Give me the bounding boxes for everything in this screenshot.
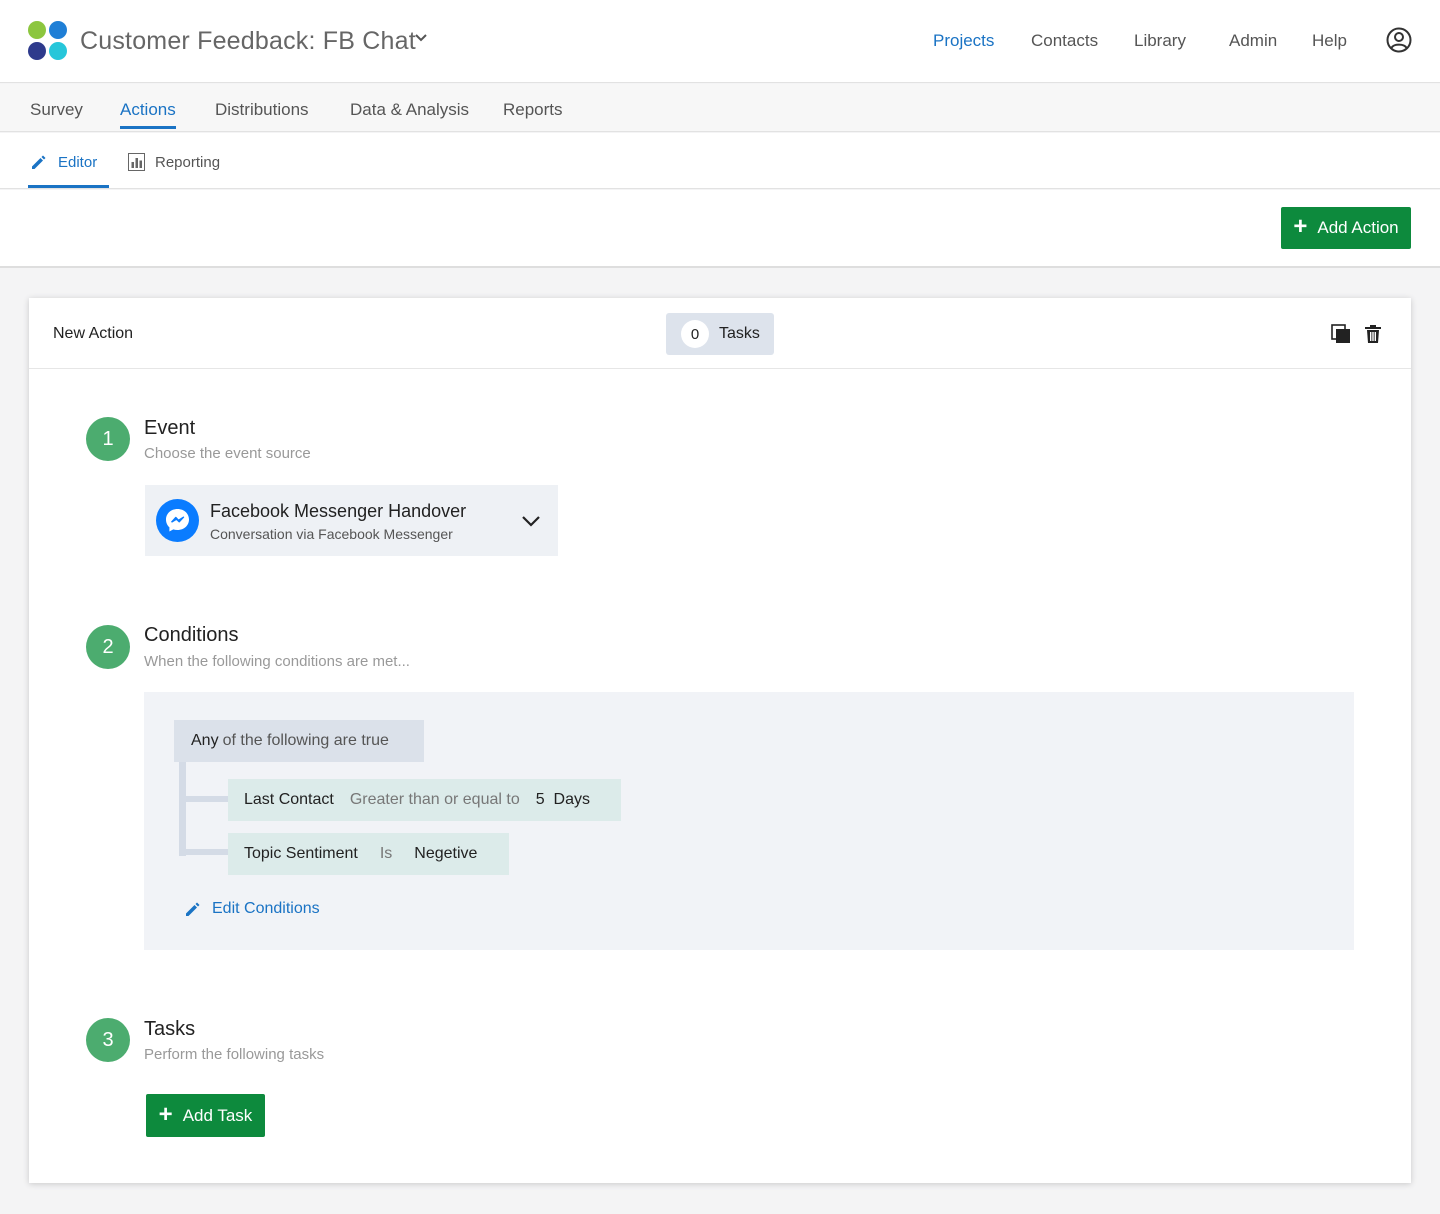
- event-step-subtitle: Choose the event source: [144, 445, 311, 462]
- tasks-count-label: Tasks: [719, 325, 760, 342]
- tab-survey[interactable]: Survey: [30, 100, 83, 120]
- conditions-step-subtitle: When the following conditions are met...: [144, 653, 410, 670]
- tree-connector: [186, 849, 228, 855]
- nav-help[interactable]: Help: [1312, 31, 1347, 51]
- subtab-editor-label: Editor: [58, 153, 98, 171]
- conditions-step-title: Conditions: [144, 624, 239, 646]
- tab-data-analysis[interactable]: Data & Analysis: [350, 100, 469, 120]
- condition-group-header[interactable]: Any of the following are true: [174, 720, 424, 762]
- edit-conditions-label: Edit Conditions: [212, 900, 320, 917]
- subtab-reporting[interactable]: Reporting: [128, 153, 220, 171]
- tasks-count-badge[interactable]: 0 Tasks: [666, 313, 774, 355]
- sub-tabs: Editor Reporting: [0, 133, 1440, 189]
- brand-logo[interactable]: [28, 21, 68, 61]
- condition-group-rest: of the following are true: [222, 732, 389, 749]
- event-source-dropdown[interactable]: Facebook Messenger Handover Conversation…: [145, 485, 558, 556]
- actions-toolbar: + Add Action: [0, 190, 1440, 268]
- tasks-step-title: Tasks: [144, 1018, 196, 1040]
- condition-row[interactable]: Last Contact Greater than or equal to 5 …: [228, 779, 621, 821]
- tree-connector: [186, 796, 228, 802]
- primary-tabs: Survey Actions Distributions Data & Anal…: [0, 84, 1440, 132]
- action-card: New Action 0 Tasks 1 Event Choose the ev…: [29, 298, 1411, 1183]
- nav-contacts[interactable]: Contacts: [1031, 31, 1098, 51]
- active-subtab-indicator: [28, 185, 109, 188]
- condition-value: 5 Days: [535, 791, 590, 808]
- tasks-step-subtitle: Perform the following tasks: [144, 1046, 325, 1063]
- nav-admin[interactable]: Admin: [1229, 31, 1277, 51]
- top-header: Customer Feedback: FB Chat Projects Cont…: [0, 0, 1440, 83]
- edit-conditions-link[interactable]: Edit Conditions: [184, 900, 320, 918]
- event-step-title: Event: [144, 417, 196, 439]
- plus-icon: +: [1293, 213, 1308, 240]
- chevron-down-icon: [522, 516, 540, 527]
- subtab-editor[interactable]: Editor: [30, 153, 97, 171]
- tasks-count: 0: [681, 320, 709, 348]
- user-account-icon[interactable]: [1386, 27, 1412, 53]
- nav-projects[interactable]: Projects: [933, 31, 994, 51]
- event-source-subtitle: Conversation via Facebook Messenger: [210, 526, 453, 542]
- condition-group-any: Any: [191, 732, 219, 749]
- add-task-button[interactable]: + Add Task: [146, 1094, 265, 1137]
- pencil-icon: [32, 155, 46, 169]
- add-task-label: Add Task: [182, 1105, 253, 1125]
- action-title[interactable]: New Action: [53, 325, 133, 343]
- copy-icon[interactable]: [1331, 324, 1351, 344]
- step-3-badge: 3: [86, 1018, 130, 1062]
- tab-actions[interactable]: Actions: [120, 100, 176, 120]
- active-tab-indicator: [120, 126, 176, 129]
- condition-field: Topic Sentiment: [244, 845, 358, 862]
- add-action-button[interactable]: + Add Action: [1281, 207, 1411, 249]
- condition-operator: Greater than or equal to: [349, 791, 520, 808]
- subtab-reporting-label: Reporting: [155, 153, 221, 171]
- trash-icon[interactable]: [1363, 324, 1383, 344]
- step-2-badge: 2: [86, 625, 130, 669]
- plus-icon: +: [158, 1100, 173, 1128]
- tree-connector: [179, 762, 186, 856]
- conditions-panel: Any of the following are true Last Conta…: [144, 692, 1354, 950]
- facebook-messenger-icon: [156, 499, 199, 542]
- condition-value: Negetive: [414, 845, 478, 862]
- condition-field: Last Contact: [244, 791, 334, 808]
- action-card-header: New Action 0 Tasks: [29, 298, 1411, 369]
- add-action-label: Add Action: [1317, 218, 1399, 237]
- report-chart-icon: [128, 153, 145, 171]
- event-source-title: Facebook Messenger Handover: [210, 501, 467, 521]
- condition-row[interactable]: Topic Sentiment Is Negetive: [228, 833, 509, 875]
- nav-library[interactable]: Library: [1134, 31, 1186, 51]
- tab-reports[interactable]: Reports: [503, 100, 563, 120]
- condition-operator: Is: [379, 845, 393, 862]
- pencil-icon: [186, 902, 200, 916]
- project-title[interactable]: Customer Feedback: FB Chat: [80, 27, 416, 56]
- tab-distributions[interactable]: Distributions: [215, 100, 309, 120]
- chevron-down-icon[interactable]: [414, 31, 428, 45]
- step-1-badge: 1: [86, 417, 130, 461]
